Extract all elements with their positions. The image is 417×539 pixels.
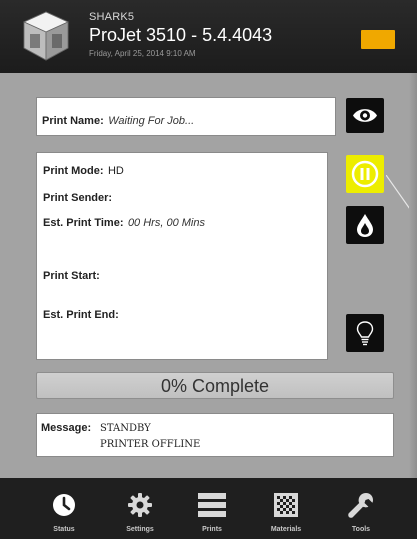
nav-settings-label: Settings xyxy=(126,526,154,533)
lightbulb-icon xyxy=(356,321,374,346)
print-name-box: Print Name: Waiting For Job... xyxy=(36,97,336,136)
clock-icon xyxy=(53,494,75,516)
est-print-time-value: 00 Hrs, 00 Mins xyxy=(127,217,205,229)
list-icon xyxy=(198,493,226,517)
message-line-1: STANDBY xyxy=(100,423,151,434)
print-name-value: Waiting For Job... xyxy=(108,115,195,127)
nav-prints[interactable]: Prints xyxy=(182,478,242,539)
print-mode-label: Print Mode: xyxy=(43,165,104,177)
material-drop-button[interactable] xyxy=(346,206,384,244)
nav-materials-label: Materials xyxy=(270,526,302,533)
est-print-time-label: Est. Print Time: xyxy=(43,217,124,229)
printer-logo-icon xyxy=(23,11,69,61)
printer-model-version: ProJet 3510 - 5.4.4043 xyxy=(89,25,273,45)
nav-materials[interactable]: Materials xyxy=(256,478,316,539)
message-label: Message: xyxy=(41,422,92,434)
checker-icon xyxy=(274,493,298,517)
print-name-label: Print Name: xyxy=(42,115,104,127)
nav-status[interactable]: Status xyxy=(34,478,94,539)
est-print-end-label: Est. Print End: xyxy=(43,309,119,321)
drop-icon xyxy=(357,214,373,237)
nav-tools-label: Tools xyxy=(351,526,371,533)
nav-status-label: Status xyxy=(53,526,75,533)
print-sender-label: Print Sender: xyxy=(43,192,113,204)
pause-icon xyxy=(351,160,379,188)
wrench-icon xyxy=(348,493,373,518)
nav-tools[interactable]: Tools xyxy=(331,478,391,539)
nav-settings[interactable]: Settings xyxy=(110,478,170,539)
printer-name: SHARK5 xyxy=(89,11,135,23)
bottom-nav: Status Settings Prints Materials Tools xyxy=(0,478,417,539)
callout-line xyxy=(386,175,417,220)
gear-icon xyxy=(128,493,152,517)
header: SHARK5 ProJet 3510 - 5.4.4043 Friday, Ap… xyxy=(0,0,417,73)
print-details-box: Print Mode: HD Print Sender: Est. Print … xyxy=(36,152,328,360)
printer-datetime: Friday, April 25, 2014 9:10 AM xyxy=(89,49,196,58)
pause-button[interactable] xyxy=(346,155,384,193)
eye-icon xyxy=(353,109,377,122)
progress-bar: 0% Complete xyxy=(36,372,394,399)
print-mode-value: HD xyxy=(107,165,124,177)
progress-text: 0% Complete xyxy=(160,376,270,396)
main-panel: Print Name: Waiting For Job... Print Mod… xyxy=(0,73,417,478)
status-indicator xyxy=(361,30,395,49)
view-button[interactable] xyxy=(346,98,384,133)
print-start-label: Print Start: xyxy=(43,270,100,282)
message-line-2: PRINTER OFFLINE xyxy=(100,439,201,450)
nav-prints-label: Prints xyxy=(202,526,222,533)
message-box: Message: STANDBY PRINTER OFFLINE xyxy=(36,413,394,457)
light-button[interactable] xyxy=(346,314,384,352)
